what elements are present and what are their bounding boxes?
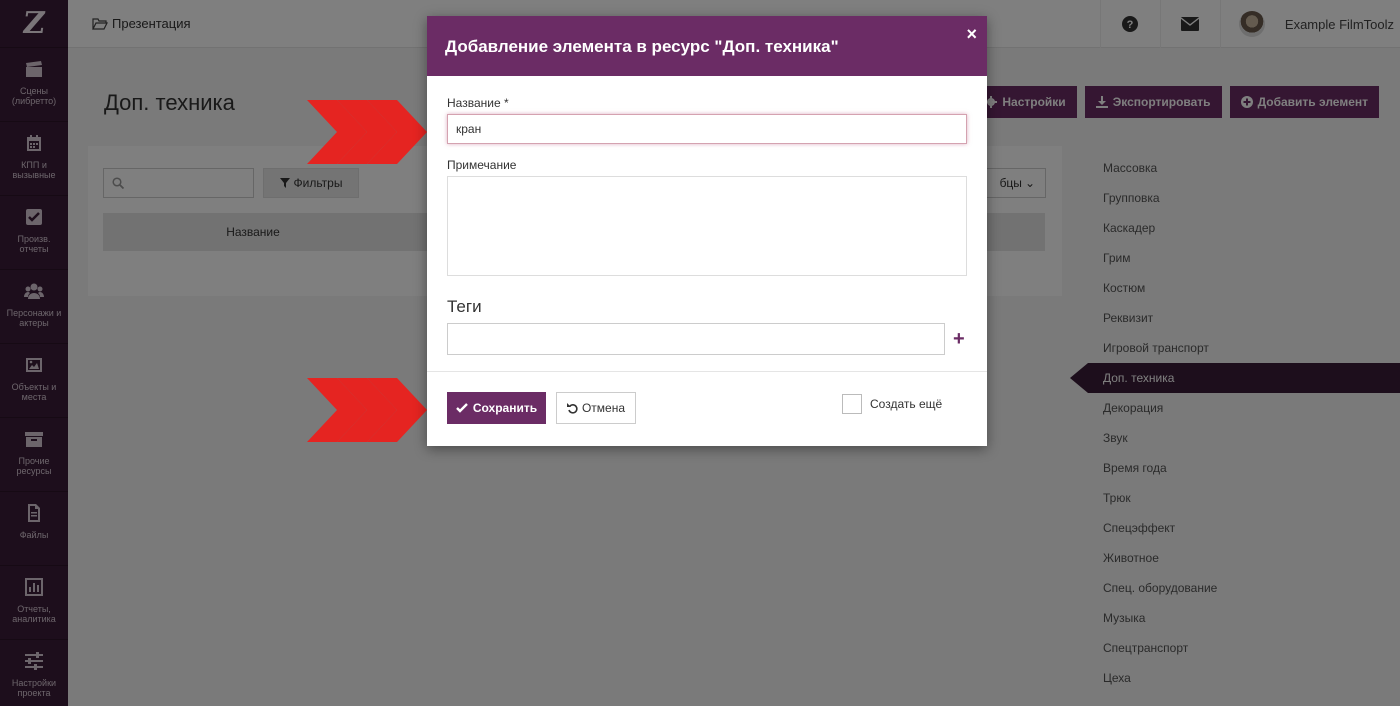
- annotation-arrows-save-button: [307, 378, 427, 442]
- cancel-button[interactable]: Отмена: [556, 392, 636, 424]
- modal-body: Название * Примечание Теги +: [427, 76, 987, 372]
- create-more-label: Создать ещё: [870, 397, 943, 411]
- modal-title: Добавление элемента в ресурс "Доп. техни…: [445, 37, 839, 56]
- tags-input[interactable]: [447, 323, 945, 355]
- modal-footer: Сохранить Отмена Создать ещё: [427, 372, 987, 442]
- modal-header: Добавление элемента в ресурс "Доп. техни…: [427, 16, 987, 76]
- check-icon: [456, 403, 468, 413]
- note-textarea[interactable]: [447, 176, 967, 276]
- name-field-label: Название *: [447, 96, 967, 110]
- required-mark: *: [503, 96, 509, 110]
- undo-icon: [566, 402, 578, 414]
- create-more-checkbox[interactable]: [842, 394, 862, 414]
- note-field-label: Примечание: [447, 158, 517, 172]
- add-tag-button[interactable]: +: [953, 329, 965, 349]
- create-more-option[interactable]: Создать ещё: [842, 394, 942, 414]
- tags-row: +: [447, 323, 967, 355]
- cancel-label: Отмена: [581, 401, 626, 415]
- save-button[interactable]: Сохранить: [447, 392, 546, 424]
- tags-heading: Теги: [447, 297, 482, 316]
- close-icon[interactable]: ×: [966, 24, 977, 45]
- name-input[interactable]: [447, 114, 967, 144]
- save-label: Сохранить: [472, 401, 538, 415]
- name-label-text: Название: [447, 96, 501, 110]
- annotation-arrows-name-field: [307, 100, 427, 164]
- add-element-modal: Добавление элемента в ресурс "Доп. техни…: [427, 16, 987, 446]
